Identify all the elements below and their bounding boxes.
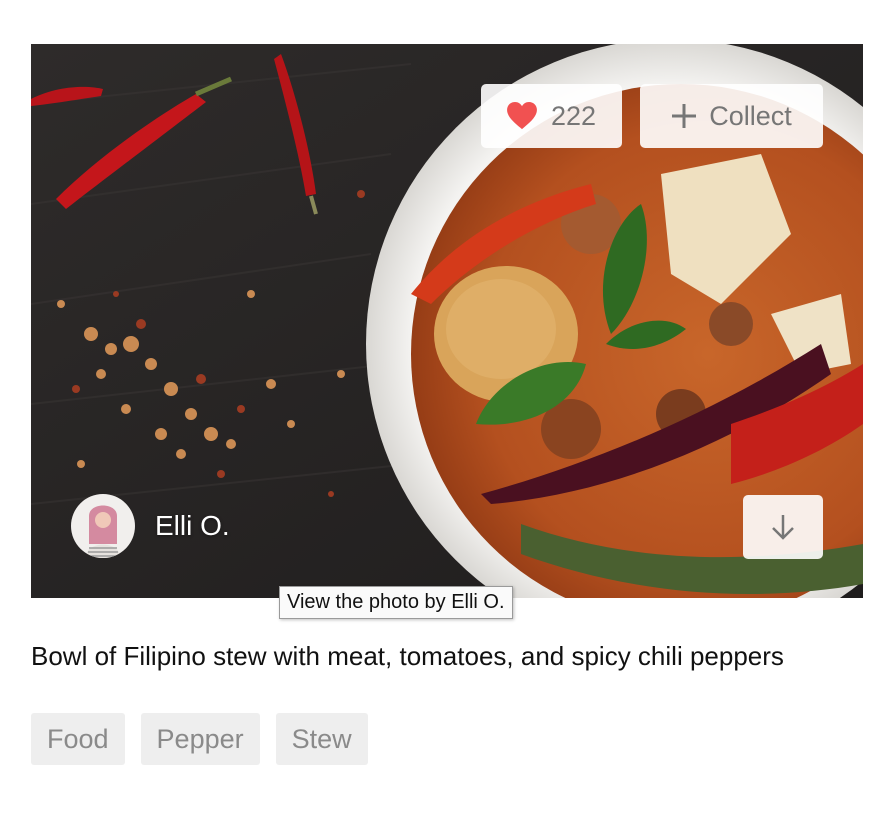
- collect-label: Collect: [709, 100, 792, 131]
- photo[interactable]: 222 Collect Elli O.: [31, 44, 863, 598]
- like-count: 222: [550, 100, 597, 131]
- photo-caption: Bowl of Filipino stew with meat, tomatoe…: [31, 641, 784, 671]
- heart-icon: [507, 102, 537, 130]
- plus-icon: [672, 104, 697, 128]
- photo-card: 222 Collect Elli O. View the photo by El…: [31, 44, 863, 765]
- author-link[interactable]: Elli O.: [71, 494, 230, 558]
- author-name: Elli O.: [155, 510, 230, 541]
- tag-pepper[interactable]: Pepper: [140, 713, 260, 765]
- collect-button[interactable]: Collect: [640, 84, 823, 148]
- photo-tooltip: View the photo by Elli O.: [279, 586, 513, 619]
- tag-stew[interactable]: Stew: [275, 713, 368, 765]
- tag-food[interactable]: Food: [31, 713, 125, 765]
- tag-list: Food Pepper Stew: [31, 713, 863, 765]
- author-avatar: [71, 494, 135, 558]
- like-button[interactable]: 222: [481, 84, 622, 148]
- arrow-down-icon: [772, 515, 794, 540]
- download-button[interactable]: [743, 495, 823, 559]
